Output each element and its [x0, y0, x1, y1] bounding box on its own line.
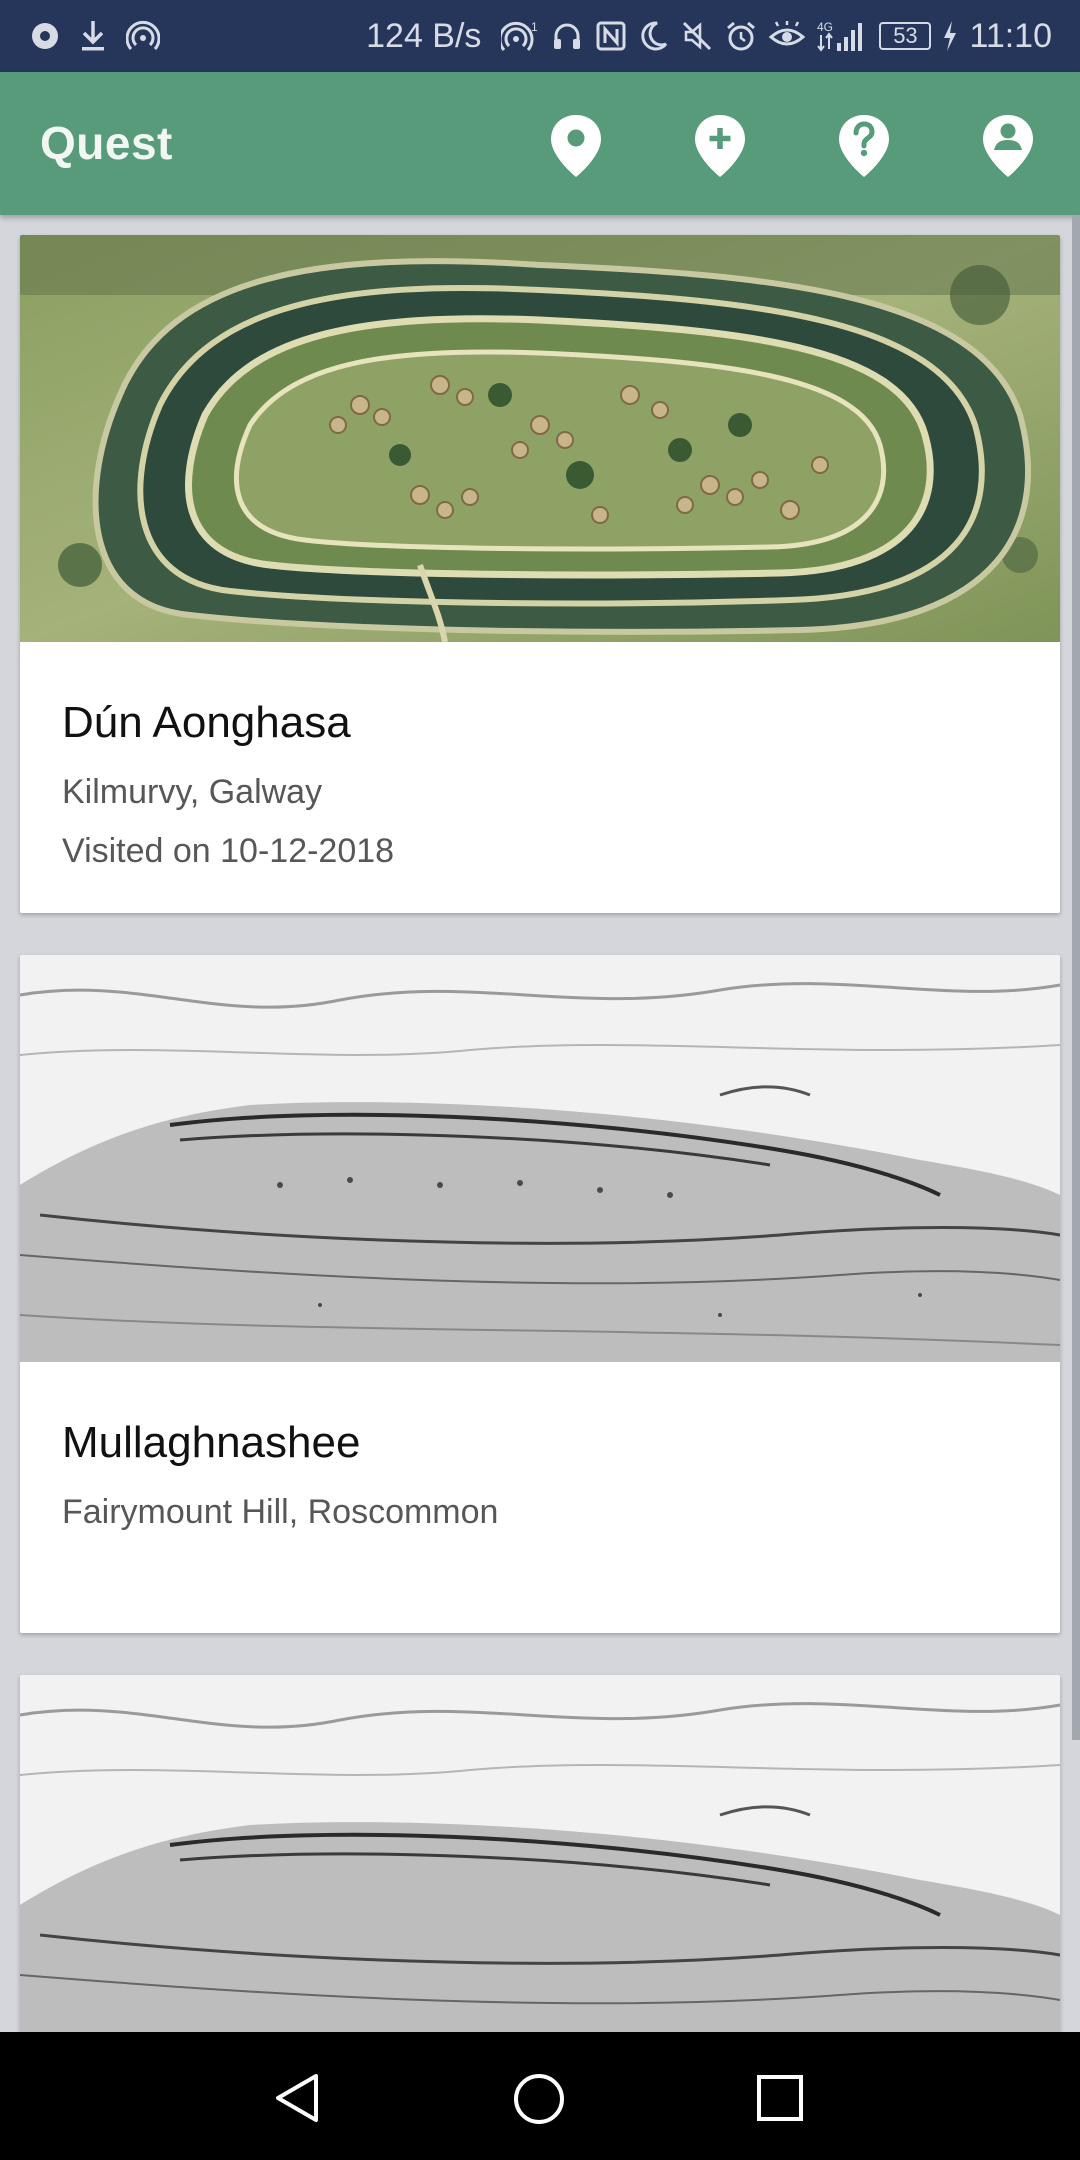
site-image — [20, 235, 1060, 642]
account-button[interactable] — [976, 110, 1040, 182]
add-location-button[interactable] — [688, 110, 752, 182]
hotspot-icon — [126, 20, 160, 50]
site-title: Dún Aonghasa — [62, 698, 351, 747]
map-button[interactable] — [544, 110, 608, 182]
clock: 11:10 — [969, 16, 1052, 55]
site-card[interactable]: Mullaghnashee Fairymount Hill, Roscommon — [20, 955, 1060, 1633]
record-icon — [32, 23, 58, 49]
app-title: Quest — [40, 117, 173, 169]
signal-icon: 4G — [817, 20, 863, 52]
hotspot-signal-icon: 1 — [501, 20, 538, 51]
help-button[interactable] — [832, 110, 896, 182]
site-visited-date: Visited on 10-12-2018 — [62, 832, 395, 870]
map-pin-icon — [551, 115, 601, 177]
back-icon[interactable] — [272, 2072, 322, 2124]
app-bar: Quest — [0, 72, 1080, 215]
site-title: Mullaghnashee — [62, 1418, 361, 1467]
battery-indicator: 53 — [879, 22, 932, 50]
site-location: Fairymount Hill, Roscommon — [62, 1493, 499, 1531]
site-card[interactable] — [20, 1675, 1060, 2032]
headset-icon — [554, 23, 581, 49]
battery-level: 53 — [893, 23, 918, 48]
site-image — [20, 955, 1060, 1362]
alarm-icon — [727, 21, 756, 51]
scrollbar[interactable] — [1072, 215, 1080, 1740]
home-icon[interactable] — [512, 2072, 566, 2126]
site-card[interactable]: Dún Aonghasa Kilmurvy, Galway Visited on… — [20, 235, 1060, 913]
add-location-icon — [695, 115, 745, 177]
nfc-icon — [596, 21, 626, 51]
do-not-disturb-icon — [641, 21, 668, 51]
help-icon — [839, 115, 889, 177]
net-speed: 124 B/s — [366, 16, 482, 55]
account-icon — [983, 115, 1033, 177]
site-list[interactable]: Dún Aonghasa Kilmurvy, Galway Visited on… — [0, 215, 1080, 2032]
site-location: Kilmurvy, Galway — [62, 773, 323, 811]
navigation-bar — [0, 2032, 1080, 2160]
charging-icon — [944, 21, 957, 51]
status-bar: 124 B/s 1 4G 53 11:10 — [0, 0, 1080, 72]
download-icon — [82, 21, 104, 51]
eye-comfort-icon — [769, 21, 806, 46]
recents-icon[interactable] — [756, 2074, 804, 2122]
network-type: 4G — [817, 20, 833, 34]
svg-text:1: 1 — [531, 20, 538, 34]
mute-icon — [683, 21, 712, 51]
site-image — [20, 1675, 1060, 2032]
